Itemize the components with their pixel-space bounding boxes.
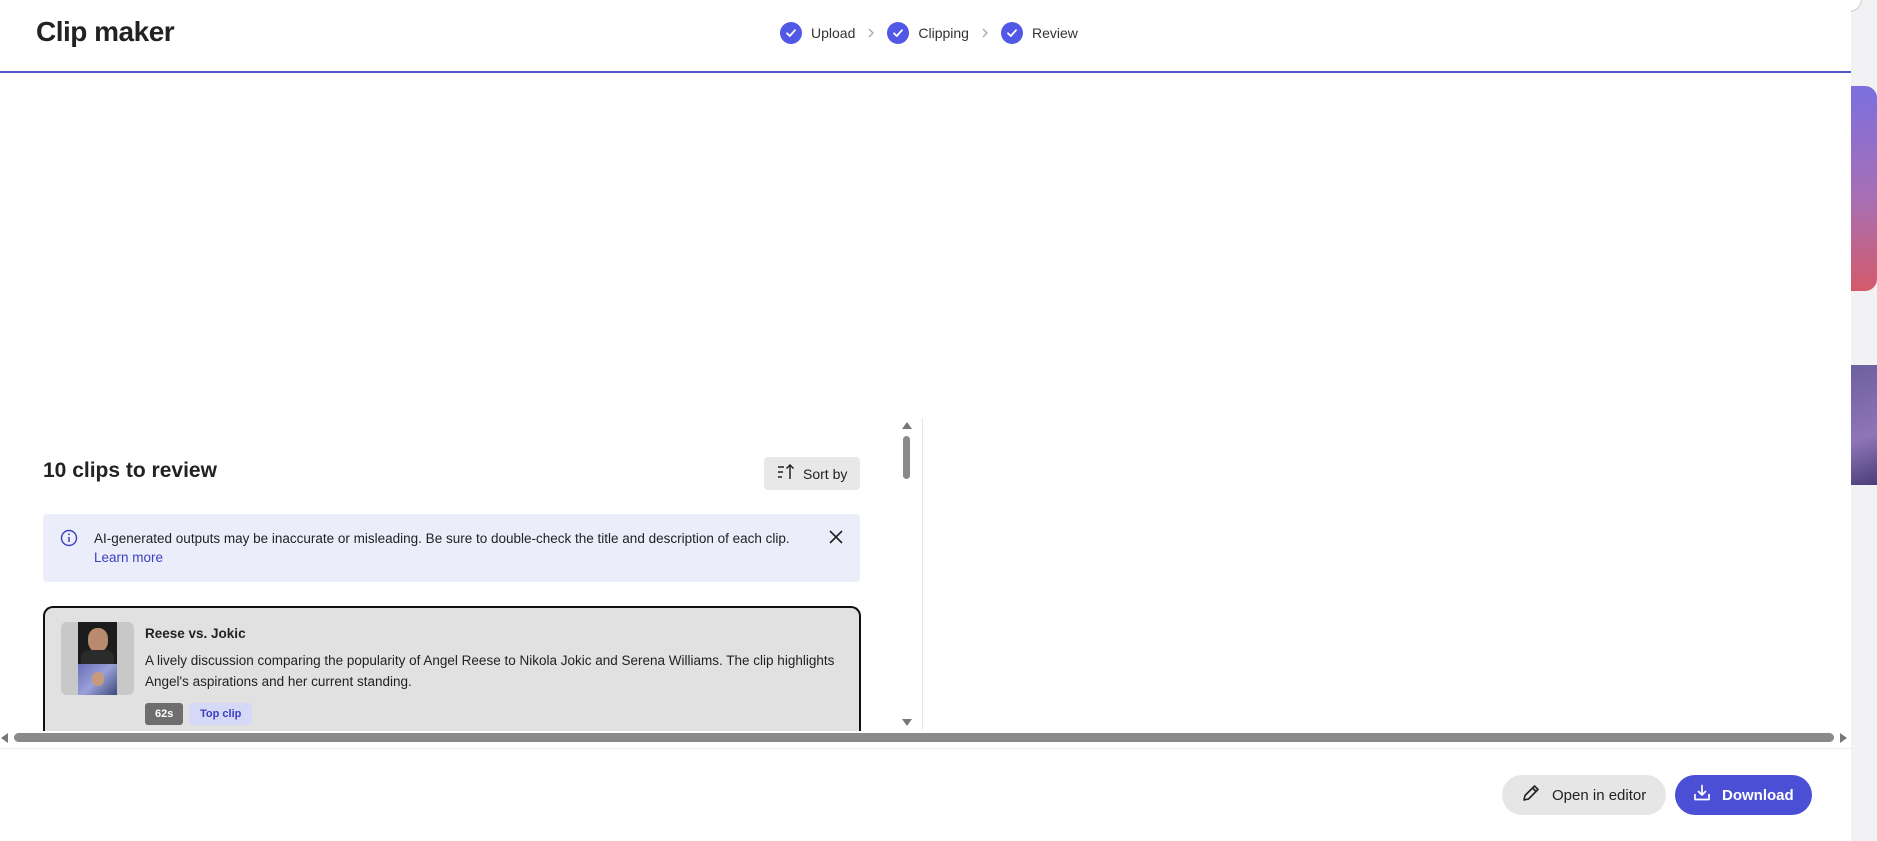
scroll-right-arrow-icon[interactable]: [1840, 733, 1847, 743]
chevron-right-icon: [981, 28, 989, 38]
check-icon: [1000, 22, 1023, 44]
learn-more-link[interactable]: Learn more: [94, 550, 163, 565]
scroll-left-arrow-icon[interactable]: [1, 733, 8, 743]
step-label: Review: [1031, 25, 1078, 41]
open-in-editor-button[interactable]: Open in editor: [1502, 775, 1666, 815]
background-card: [1851, 86, 1877, 291]
pencil-icon: [1521, 783, 1541, 807]
clip-maker-dialog: Clip maker Upload Clipping Review 10 cli…: [0, 0, 1851, 841]
footer-divider: [0, 748, 1851, 749]
clip-card[interactable]: Reese vs. Jokic A lively discussion comp…: [43, 606, 861, 731]
check-icon: [780, 22, 802, 44]
chevron-right-icon: [867, 28, 875, 38]
download-icon: [1692, 783, 1712, 807]
dialog-header: Clip maker Upload Clipping Review: [0, 0, 1851, 73]
open-in-editor-label: Open in editor: [1552, 786, 1647, 804]
top-clip-badge: Top clip: [189, 703, 253, 725]
duration-badge: 62s: [145, 703, 184, 725]
sort-by-label: Sort by: [803, 465, 848, 482]
sort-by-button[interactable]: Sort by: [764, 457, 860, 490]
close-icon[interactable]: [827, 528, 845, 546]
step-review[interactable]: Review: [1000, 22, 1078, 44]
clip-thumbnail: [61, 622, 134, 695]
notice-message: AI-generated outputs may be inaccurate o…: [94, 531, 790, 546]
scroll-down-arrow-icon[interactable]: [902, 719, 912, 726]
notice-text: AI-generated outputs may be inaccurate o…: [94, 529, 794, 567]
sort-icon: [777, 463, 795, 484]
info-icon: [60, 529, 78, 552]
download-button[interactable]: Download: [1675, 775, 1812, 815]
scroll-up-arrow-icon[interactable]: [902, 422, 912, 429]
clip-description: A lively discussion comparing the popula…: [145, 653, 835, 689]
app-title: Clip maker: [36, 16, 175, 47]
step-label: Clipping: [918, 25, 969, 41]
panel-divider: [922, 418, 923, 730]
progress-stepper: Upload Clipping Review: [780, 22, 1078, 44]
horizontal-scrollbar[interactable]: [0, 730, 1851, 746]
step-label: Upload: [811, 25, 856, 41]
step-clipping[interactable]: Clipping: [887, 22, 969, 44]
clip-title: Reese vs. Jokic: [145, 626, 246, 641]
scrollbar-thumb[interactable]: [903, 436, 910, 479]
check-icon: [887, 22, 910, 44]
clips-count-title: 10 clips to review: [43, 459, 217, 482]
download-label: Download: [1722, 786, 1794, 804]
clips-scrollbar[interactable]: [899, 418, 915, 730]
step-upload[interactable]: Upload: [780, 22, 855, 44]
background-card: [1851, 365, 1877, 485]
scrollbar-thumb[interactable]: [14, 733, 1834, 742]
ai-disclaimer-notice: AI-generated outputs may be inaccurate o…: [43, 514, 860, 582]
